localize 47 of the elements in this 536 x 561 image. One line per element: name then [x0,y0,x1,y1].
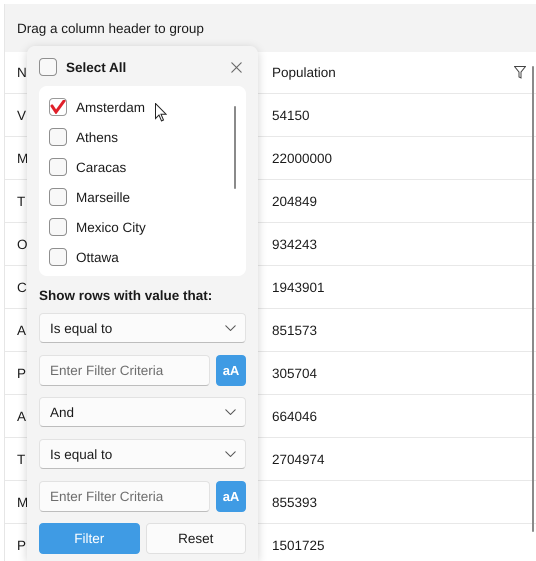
value-checkbox[interactable]: Caracas [49,152,236,182]
column-header[interactable]: Population [263,52,536,93]
table-cell: 54150 [272,108,310,122]
check-icon [50,100,66,114]
condition-dropdown[interactable]: Is equal to [39,313,246,343]
condition-dropdown[interactable]: Is equal to [39,439,246,469]
table-cell: T [17,452,26,466]
value-checkbox[interactable]: Marseille [49,182,236,212]
filter-icon[interactable] [514,66,526,79]
chevron-down-icon [225,409,236,415]
chevron-down-icon [225,325,236,331]
section-title: Show rows with value that: [39,288,214,303]
table-cell: 305704 [272,366,318,380]
table-cell: P [17,366,26,380]
close-icon[interactable] [231,62,242,72]
table-cell: 204849 [272,194,318,208]
table-cell: 851573 [272,322,318,338]
value-checkbox[interactable]: Mexico City [49,212,236,242]
table-cell: M [17,150,28,166]
condition-dropdown[interactable]: And [39,397,246,427]
select-all-checkbox[interactable]: Select All [39,58,126,76]
table-cell: A [17,322,26,338]
table-cell: C [17,280,27,294]
table-cell: O [17,236,28,252]
scrollbar[interactable] [234,106,236,189]
group-hint: Drag a column header to group [17,20,204,36]
reset-button[interactable]: Reset [146,523,246,554]
table-cell: 2704974 [272,452,325,466]
table-cell: 1943901 [272,280,325,294]
filter-input[interactable]: Enter Filter Criteria [39,355,210,386]
value-checkbox[interactable]: Athens [49,122,236,152]
table-cell: 934243 [272,236,318,252]
table-cell: 1501725 [272,538,325,552]
chevron-down-icon [225,451,236,457]
value-checkbox[interactable]: Amsterdam [49,92,236,122]
table-cell: P [17,538,26,552]
table-cell: T [17,194,26,208]
table-cell: M [17,494,28,510]
table-cell: 855393 [272,494,318,510]
scrollbar[interactable] [532,66,534,532]
table-cell: V [17,108,26,122]
table-cell: 664046 [272,408,318,424]
table-cell: 22000000 [272,150,332,166]
table-cell: A [17,408,26,424]
value-checkbox[interactable]: Ottawa [49,242,236,272]
filter-input[interactable]: Enter Filter Criteria [39,481,210,512]
mouse-pointer-icon [155,103,167,122]
